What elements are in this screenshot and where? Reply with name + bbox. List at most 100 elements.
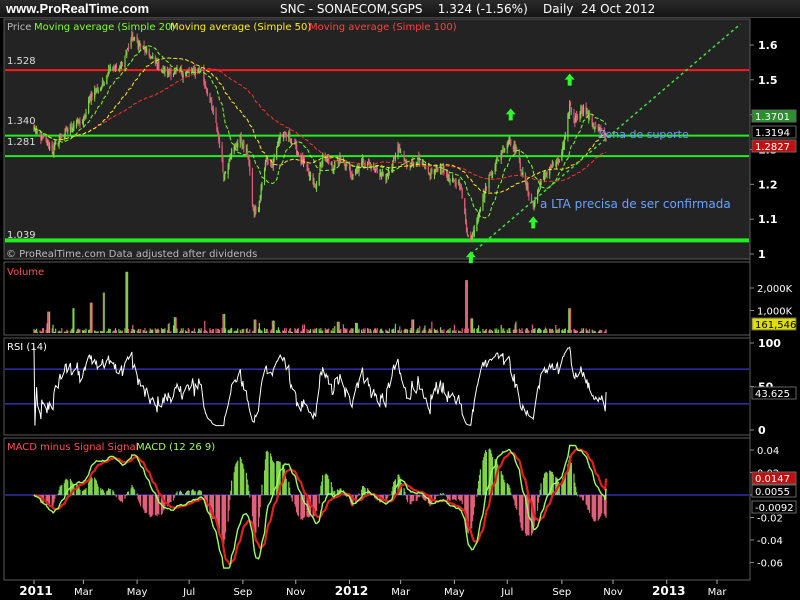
macd-histogram-bar (285, 478, 287, 495)
macd-histogram-bar (55, 495, 57, 496)
candle-body (564, 135, 566, 139)
price-label-upper-support: 1.340 (7, 116, 36, 127)
x-axis-label: Jul (182, 587, 195, 598)
candle-body (218, 137, 221, 148)
x-axis-label: Jul (500, 587, 513, 598)
volume-bar (218, 329, 221, 333)
macd-histogram-bar (291, 495, 293, 502)
candle-body (412, 161, 414, 163)
volume-bar (467, 328, 469, 333)
volume-bar (588, 329, 591, 333)
volume-bar (540, 329, 542, 333)
macd-histogram-bar (103, 492, 105, 495)
macd-histogram-bar (322, 475, 324, 495)
volume-bar (413, 319, 415, 333)
macd-histogram-bar (588, 495, 591, 513)
rsi-y-tick-label: 100 (758, 337, 781, 350)
candle-body (115, 64, 117, 69)
macd-histogram-bar (182, 493, 184, 495)
volume-bar (200, 328, 202, 333)
candle-body (75, 123, 78, 127)
macd-histogram-bar (540, 483, 542, 495)
candle-body (251, 172, 254, 205)
macd-histogram-bar (54, 495, 56, 499)
volume-bar (340, 328, 342, 333)
macd-histogram-bar (127, 491, 130, 495)
candle-body (85, 112, 87, 118)
volume-bar (188, 329, 190, 333)
candle-body (79, 121, 81, 125)
candle-body (126, 51, 128, 56)
volume-bar (42, 328, 45, 333)
candle-body (569, 101, 572, 107)
macd-histogram-bar (200, 490, 202, 495)
candle-body (328, 157, 330, 163)
candle-body (400, 152, 402, 154)
volume-bar (255, 319, 257, 333)
candle-body (39, 132, 41, 136)
candle-body (315, 183, 318, 188)
macd-histogram-bar (174, 495, 176, 496)
macd-histogram-bar (582, 495, 585, 501)
macd-histogram-bar (522, 495, 524, 531)
volume-bar (249, 329, 251, 333)
x-axis-label: May (444, 587, 465, 598)
macd-histogram-bar (357, 495, 359, 496)
volume-bar (79, 329, 81, 333)
macd-histogram-bar (259, 495, 261, 508)
price-y-tick-label: 1.5 (758, 74, 778, 87)
price-legend-label: Price (7, 22, 31, 33)
volume-bar (206, 331, 208, 333)
macd-histogram-bar (479, 469, 481, 495)
volume-bar (85, 328, 87, 333)
macd-tag-1: 0.0147 (755, 474, 790, 485)
volume-title: Volume (7, 267, 44, 278)
candle-body (224, 173, 226, 180)
candle-body (267, 162, 269, 165)
x-axis-label: Mar (74, 587, 94, 598)
volume-bar (569, 308, 572, 333)
volume-bar (309, 328, 312, 333)
candle-body (519, 161, 521, 168)
candle-body (318, 175, 320, 186)
macd-histogram-bar (255, 495, 257, 533)
candle-body (473, 229, 475, 236)
volume-bar (140, 329, 142, 333)
rsi-y-tick-label: 0 (758, 424, 766, 437)
macd-histogram-bar (218, 495, 221, 531)
volume-bar (103, 292, 105, 333)
volume-bar (443, 329, 445, 333)
price-y-tick-label: 1.2 (758, 178, 778, 191)
volume-bar (455, 330, 457, 333)
volume-bar (297, 328, 299, 333)
candle-body (73, 125, 75, 128)
volume-bar (466, 280, 468, 333)
macd-y-tick-label: -0.06 (757, 559, 783, 570)
candle-body (206, 88, 208, 96)
candle-body (103, 84, 105, 86)
sma100-legend: Moving average (Simple 100) (309, 22, 457, 33)
macd-y-tick-label: -0.04 (757, 536, 783, 547)
macd-histogram-bar (85, 488, 87, 495)
macd-histogram-bar (136, 493, 138, 495)
candle-body (331, 164, 333, 170)
macd-histogram-bar (538, 495, 540, 498)
volume-bar (437, 331, 439, 333)
candle-body (279, 134, 281, 140)
volume-bar (528, 331, 530, 333)
price-y-tick-label: 1.1 (758, 213, 778, 226)
macd-histogram-bar (455, 495, 457, 501)
volume-bar (261, 330, 263, 333)
macd-histogram-bar (146, 495, 148, 513)
volume-bar (243, 328, 245, 333)
candle-body (528, 191, 530, 197)
macd-histogram-bar (303, 495, 306, 518)
volume-bar (133, 329, 136, 333)
rsi-tag: 43.625 (755, 389, 790, 400)
rsi-panel-bg (3, 337, 751, 436)
macd-histogram-bar (504, 482, 506, 495)
candle-body (382, 172, 384, 176)
candle-body (479, 208, 481, 212)
candle-body (55, 142, 57, 145)
macd-histogram-bar (419, 495, 421, 498)
